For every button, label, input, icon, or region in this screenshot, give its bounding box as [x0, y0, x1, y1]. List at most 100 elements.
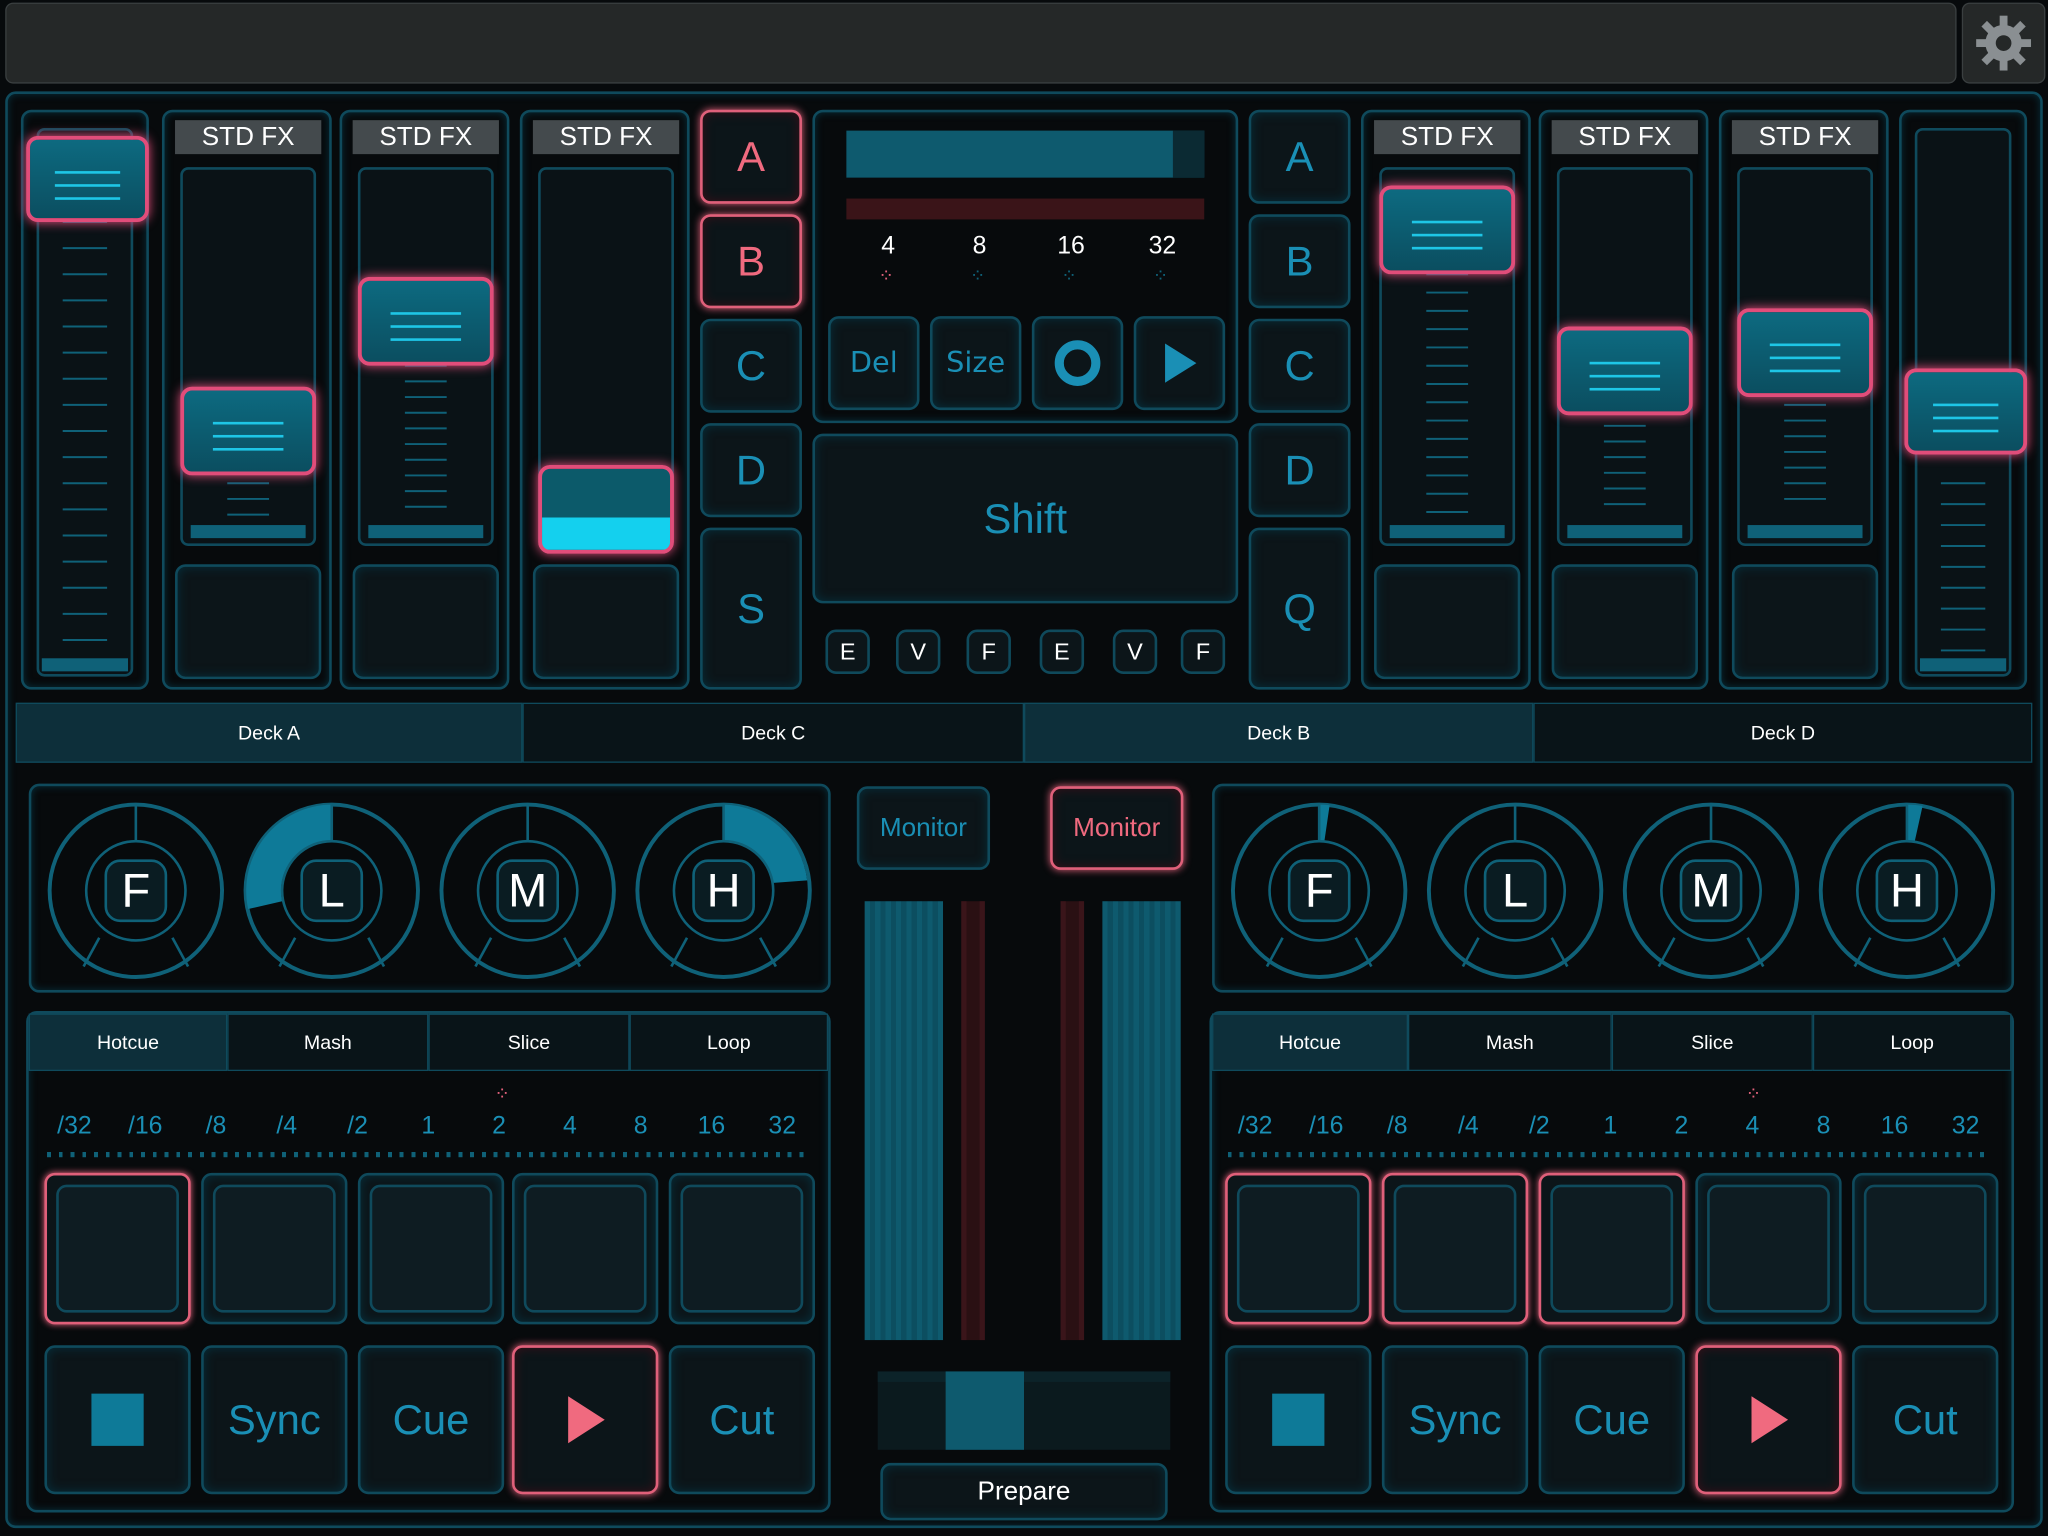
fx-button[interactable]	[175, 564, 322, 680]
beat-size[interactable]: 1	[1575, 1113, 1646, 1147]
fx-button[interactable]	[1551, 564, 1698, 680]
eq-knob-h[interactable]: H	[635, 802, 813, 980]
beat-size[interactable]: /4	[252, 1113, 323, 1147]
hotcue-pad[interactable]	[1381, 1172, 1529, 1325]
crossfader[interactable]	[877, 1371, 1171, 1450]
beat-size[interactable]: /8	[1362, 1113, 1433, 1147]
hotcue-pad[interactable]	[357, 1172, 505, 1325]
beat-size[interactable]: 4	[1717, 1113, 1788, 1147]
tab-hotcue-right[interactable]: Hotcue	[1212, 1013, 1408, 1072]
fx-fader-handle[interactable]	[357, 276, 494, 366]
cut-button-right[interactable]: Cut	[1852, 1345, 1999, 1495]
record-button[interactable]	[1031, 316, 1124, 411]
tab-mash-left[interactable]: Mash	[227, 1013, 429, 1072]
fx-button[interactable]	[352, 564, 499, 680]
eq-knob-l[interactable]: L	[243, 802, 421, 980]
deck-assign-a-right[interactable]: A	[1248, 109, 1351, 204]
hotcue-pad[interactable]	[1852, 1172, 1999, 1325]
beat-size[interactable]: /8	[181, 1113, 252, 1147]
deck-assign-s-left[interactable]: S	[700, 527, 802, 690]
effect-f-left[interactable]: F	[966, 629, 1011, 674]
beat-size[interactable]: 2	[1646, 1113, 1717, 1147]
effect-e-right[interactable]: E	[1039, 629, 1085, 674]
hotcue-pad[interactable]	[668, 1172, 816, 1325]
beat-size[interactable]: 4	[535, 1113, 606, 1147]
size-button[interactable]: Size	[929, 316, 1022, 411]
eq-knob-f[interactable]: F	[1230, 802, 1408, 980]
eq-knob-h[interactable]: H	[1818, 802, 1996, 980]
fx-fader-handle[interactable]	[180, 386, 317, 476]
eq-knob-l[interactable]: L	[1426, 802, 1604, 980]
fx-button[interactable]	[532, 564, 680, 680]
tab-deck-d[interactable]: Deck D	[1533, 702, 2033, 763]
beat-size[interactable]: 16	[676, 1113, 747, 1147]
beat-size[interactable]: /2	[1504, 1113, 1575, 1147]
fx-button[interactable]	[1374, 564, 1521, 680]
tab-loop-right[interactable]: Loop	[1812, 1013, 2012, 1072]
fader-handle[interactable]	[1904, 368, 2028, 455]
left-volume-fader[interactable]	[20, 109, 149, 690]
beat-size[interactable]: /32	[39, 1113, 110, 1147]
fx-fader-handle[interactable]	[1737, 308, 1873, 398]
beat-size[interactable]: /2	[322, 1113, 393, 1147]
loop-size-8[interactable]: 8	[943, 232, 1016, 261]
hotcue-pad[interactable]	[1225, 1172, 1372, 1325]
stop-button-left[interactable]	[44, 1345, 191, 1495]
cue-button-left[interactable]: Cue	[357, 1345, 505, 1495]
loop-size-16[interactable]: 16	[1034, 232, 1107, 261]
beat-size[interactable]: /16	[1291, 1113, 1362, 1147]
beat-size[interactable]: 1	[393, 1113, 464, 1147]
sync-button-right[interactable]: Sync	[1381, 1345, 1529, 1495]
effect-v-right[interactable]: V	[1112, 629, 1158, 674]
cut-button-left[interactable]: Cut	[668, 1345, 816, 1495]
deck-assign-b-right[interactable]: B	[1248, 214, 1351, 309]
tab-hotcue-left[interactable]: Hotcue	[28, 1013, 228, 1072]
shift-button[interactable]: Shift	[812, 433, 1239, 604]
sync-button-left[interactable]: Sync	[201, 1345, 348, 1495]
play-button-left[interactable]	[512, 1345, 659, 1495]
cue-button-right[interactable]: Cue	[1538, 1345, 1685, 1495]
fx-fader-handle[interactable]	[1556, 326, 1693, 416]
deck-assign-d-left[interactable]: D	[700, 423, 802, 518]
settings-button[interactable]	[1961, 2, 2046, 84]
fader-handle[interactable]	[26, 135, 149, 223]
tab-deck-a[interactable]: Deck A	[15, 702, 523, 763]
deck-assign-q-right[interactable]: Q	[1248, 527, 1351, 690]
fx-fader-handle[interactable]	[538, 464, 674, 554]
tab-deck-b[interactable]: Deck B	[1024, 702, 1534, 763]
tab-loop-left[interactable]: Loop	[629, 1013, 829, 1072]
eq-knob-m[interactable]: M	[439, 802, 617, 980]
loop-size-32[interactable]: 32	[1126, 232, 1199, 261]
deck-assign-d-right[interactable]: D	[1248, 423, 1351, 518]
monitor-button-right[interactable]: Monitor	[1050, 786, 1184, 870]
fx-button[interactable]	[1731, 564, 1879, 680]
eq-knob-f[interactable]: F	[47, 802, 225, 980]
loop-play-button[interactable]	[1133, 316, 1226, 411]
effect-v-left[interactable]: V	[896, 629, 941, 674]
deck-assign-c-right[interactable]: C	[1248, 318, 1351, 413]
beat-size[interactable]: 8	[1788, 1113, 1859, 1147]
beat-size[interactable]: 16	[1859, 1113, 1930, 1147]
tab-slice-left[interactable]: Slice	[428, 1013, 630, 1072]
beat-size[interactable]: /16	[110, 1113, 181, 1147]
tab-slice-right[interactable]: Slice	[1611, 1013, 1813, 1072]
eq-knob-m[interactable]: M	[1622, 802, 1800, 980]
effect-f-right[interactable]: F	[1180, 629, 1226, 674]
deck-assign-b-left[interactable]: B	[700, 214, 802, 309]
deck-assign-c-left[interactable]: C	[700, 318, 802, 413]
beat-size[interactable]: 32	[1930, 1113, 2001, 1147]
tab-deck-c[interactable]: Deck C	[522, 702, 1024, 763]
prepare-button[interactable]: Prepare	[880, 1462, 1168, 1521]
hotcue-pad[interactable]	[512, 1172, 659, 1325]
right-volume-fader[interactable]	[1899, 109, 2028, 690]
hotcue-pad[interactable]	[1695, 1172, 1842, 1325]
beat-size[interactable]: 2	[464, 1113, 535, 1147]
deck-assign-a-left[interactable]: A	[700, 109, 802, 204]
loop-size-4[interactable]: 4	[852, 232, 925, 261]
delete-button[interactable]: Del	[828, 316, 920, 411]
effect-e-left[interactable]: E	[825, 629, 870, 674]
beat-size[interactable]: 32	[747, 1113, 818, 1147]
hotcue-pad[interactable]	[44, 1172, 191, 1325]
beat-size[interactable]: /4	[1433, 1113, 1504, 1147]
monitor-button-left[interactable]: Monitor	[856, 786, 991, 870]
